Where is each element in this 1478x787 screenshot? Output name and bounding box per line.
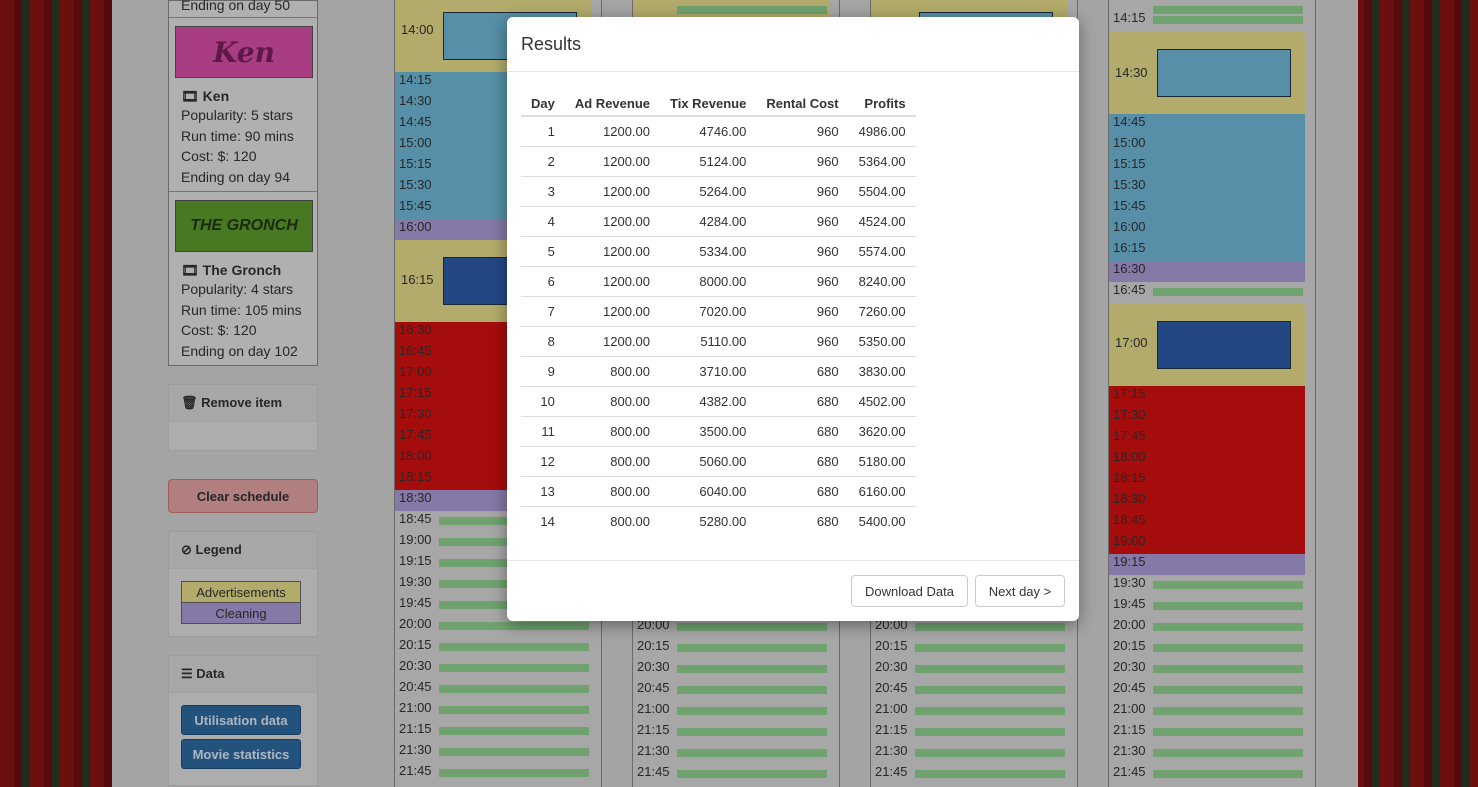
table-cell: 5060.00 <box>660 446 757 477</box>
modal-header: Results <box>507 17 1079 72</box>
table-cell: 3620.00 <box>848 416 916 447</box>
table-cell: 5400.00 <box>848 506 916 536</box>
table-cell: 13 <box>521 476 565 507</box>
column-header: Tix Revenue <box>660 91 757 117</box>
table-cell: 800.00 <box>564 446 660 477</box>
table-cell: 960 <box>756 266 849 297</box>
table-cell: 4986.00 <box>848 115 916 147</box>
table-cell: 3500.00 <box>660 416 757 447</box>
column-header: Rental Cost <box>756 91 849 117</box>
table-cell: 1200.00 <box>564 236 660 267</box>
table-cell: 1200.00 <box>564 206 660 237</box>
table-cell: 7020.00 <box>660 296 757 327</box>
table-cell: 5280.00 <box>660 506 757 536</box>
table-cell: 3830.00 <box>848 356 916 387</box>
table-cell: 680 <box>756 446 849 477</box>
table-row: 5 1200.00 5334.00 960 5574.00 <box>521 236 916 267</box>
table-cell: 1200.00 <box>564 266 660 297</box>
table-body: 1 1200.00 4746.00 960 4986.00 2 1200.00 5124.00… <box>521 115 916 536</box>
table-row: 3 1200.00 5264.00 960 5504.00 <box>521 176 916 207</box>
table-cell: 800.00 <box>564 386 660 417</box>
table-cell: 5110.00 <box>660 326 757 357</box>
table-cell: 5504.00 <box>848 176 916 207</box>
table-row: 9 800.00 3710.00 680 3830.00 <box>521 356 916 387</box>
table-cell: 3 <box>521 176 565 207</box>
download-data-button[interactable]: Download Data <box>851 575 968 607</box>
table-header-row: Day Ad Revenue Tix Revenue Rental Cost Profi… <box>521 91 916 117</box>
table-cell: 4 <box>521 206 565 237</box>
table-cell: 960 <box>756 296 849 327</box>
table-cell: 5124.00 <box>660 146 757 177</box>
table-cell: 4382.00 <box>660 386 757 417</box>
table-cell: 11 <box>521 416 565 447</box>
table-cell: 14 <box>521 506 565 536</box>
table-cell: 680 <box>756 476 849 507</box>
table-cell: 1 <box>521 115 565 147</box>
table-cell: 960 <box>756 115 849 147</box>
table-cell: 800.00 <box>564 356 660 387</box>
table-cell: 3710.00 <box>660 356 757 387</box>
table-cell: 960 <box>756 206 849 237</box>
table-cell: 5180.00 <box>848 446 916 477</box>
table-cell: 5264.00 <box>660 176 757 207</box>
table-row: 4 1200.00 4284.00 960 4524.00 <box>521 206 916 237</box>
table-cell: 800.00 <box>564 506 660 536</box>
results-modal: Results Day Ad Revenue Tix Revenue Rental C… <box>507 17 1079 621</box>
table-row: 13 800.00 6040.00 680 6160.00 <box>521 476 916 507</box>
table-cell: 6040.00 <box>660 476 757 507</box>
table-cell: 1200.00 <box>564 296 660 327</box>
table-row: 12 800.00 5060.00 680 5180.00 <box>521 446 916 477</box>
table-cell: 6 <box>521 266 565 297</box>
table-cell: 960 <box>756 176 849 207</box>
modal-footer: Download Data Next day > <box>507 560 1079 622</box>
table-cell: 6160.00 <box>848 476 916 507</box>
table-cell: 8 <box>521 326 565 357</box>
table-cell: 5364.00 <box>848 146 916 177</box>
table-cell: 7 <box>521 296 565 327</box>
table-cell: 680 <box>756 386 849 417</box>
table-cell: 9 <box>521 356 565 387</box>
table-cell: 1200.00 <box>564 146 660 177</box>
table-cell: 4746.00 <box>660 115 757 147</box>
table-cell: 2 <box>521 146 565 177</box>
table-cell: 960 <box>756 146 849 177</box>
table-cell: 680 <box>756 506 849 536</box>
table-row: 7 1200.00 7020.00 960 7260.00 <box>521 296 916 327</box>
table-cell: 12 <box>521 446 565 477</box>
table-row: 11 800.00 3500.00 680 3620.00 <box>521 416 916 447</box>
table-cell: 800.00 <box>564 416 660 447</box>
table-cell: 8240.00 <box>848 266 916 297</box>
modal-title: Results <box>521 33 582 54</box>
column-header: Day <box>521 91 565 117</box>
table-row: 14 800.00 5280.00 680 5400.00 <box>521 506 916 536</box>
column-header: Ad Revenue <box>564 91 660 117</box>
table-cell: 4502.00 <box>848 386 916 417</box>
next-day-button[interactable]: Next day > <box>975 575 1065 607</box>
table-row: 6 1200.00 8000.00 960 8240.00 <box>521 266 916 297</box>
table-cell: 4524.00 <box>848 206 916 237</box>
table-row: 1 1200.00 4746.00 960 4986.00 <box>521 115 916 147</box>
table-cell: 680 <box>756 416 849 447</box>
table-cell: 5574.00 <box>848 236 916 267</box>
table-cell: 800.00 <box>564 476 660 507</box>
table-cell: 8000.00 <box>660 266 757 297</box>
table-cell: 5 <box>521 236 565 267</box>
table-cell: 680 <box>756 356 849 387</box>
table-cell: 7260.00 <box>848 296 916 327</box>
table-cell: 1200.00 <box>564 115 660 147</box>
table-cell: 5334.00 <box>660 236 757 267</box>
table-cell: 5350.00 <box>848 326 916 357</box>
table-cell: 1200.00 <box>564 326 660 357</box>
table-cell: 4284.00 <box>660 206 757 237</box>
table-row: 2 1200.00 5124.00 960 5364.00 <box>521 146 916 177</box>
table-cell: 960 <box>756 326 849 357</box>
column-header: Profits <box>848 91 916 117</box>
table-cell: 1200.00 <box>564 176 660 207</box>
table-cell: 10 <box>521 386 565 417</box>
results-table: Day Ad Revenue Tix Revenue Rental Cost Profi… <box>521 91 916 536</box>
table-cell: 960 <box>756 236 849 267</box>
table-row: 10 800.00 4382.00 680 4502.00 <box>521 386 916 417</box>
table-row: 8 1200.00 5110.00 960 5350.00 <box>521 326 916 357</box>
